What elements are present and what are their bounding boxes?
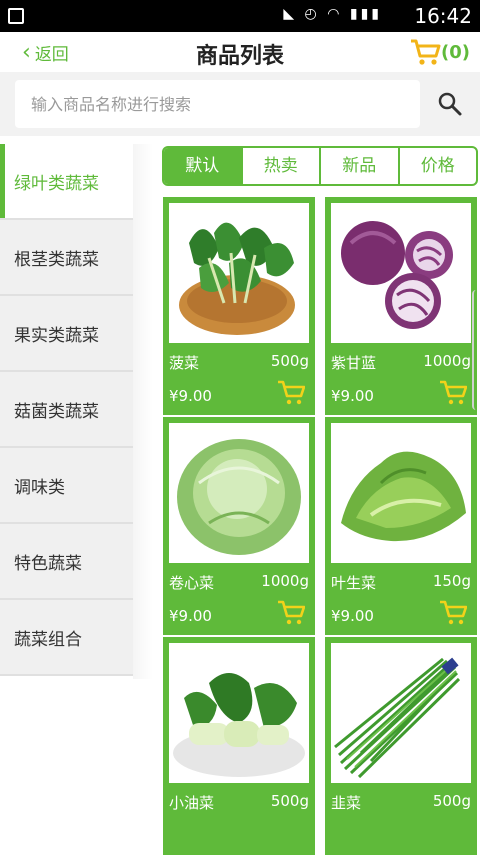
add-to-cart-icon[interactable] <box>277 380 305 406</box>
sidebar-item-combos[interactable]: 蔬菜组合 <box>0 600 133 676</box>
clock: 16:42 <box>414 4 472 28</box>
product-name: 卷心菜 <box>169 574 215 592</box>
product-card[interactable]: 菠菜 500g ¥9.00 <box>163 197 315 415</box>
sidebar-item-label: 根茎类蔬菜 <box>14 249 99 270</box>
search-icon[interactable] <box>436 90 464 118</box>
product-weight: 150g <box>432 572 471 590</box>
tab-hot[interactable]: 热卖 <box>240 148 320 184</box>
product-weight: 500g <box>432 792 471 810</box>
sidebar-item-specialty[interactable]: 特色蔬菜 <box>0 524 133 600</box>
sidebar-item-fruit-vegetables[interactable]: 果实类蔬菜 <box>0 296 133 372</box>
product-price: ¥9.00 <box>331 607 374 625</box>
tab-default[interactable]: 默认 <box>164 148 241 184</box>
search-input[interactable] <box>15 80 420 128</box>
sidebar-item-label: 果实类蔬菜 <box>14 325 99 346</box>
sidebar-item-label: 调味类 <box>14 477 65 498</box>
sidebar-item-mushrooms[interactable]: 菇菌类蔬菜 <box>0 372 133 448</box>
sidebar-item-label: 菇菌类蔬菜 <box>14 401 99 422</box>
product-weight: 1000g <box>261 572 309 590</box>
sidebar-item-root-vegetables[interactable]: 根茎类蔬菜 <box>0 220 133 296</box>
shopping-cart-icon <box>411 39 441 65</box>
search-box <box>15 80 420 128</box>
category-sidebar: 绿叶类蔬菜 根茎类蔬菜 果实类蔬菜 菇菌类蔬菜 调味类 特色蔬菜 蔬菜组合 <box>0 144 133 676</box>
product-card[interactable]: 叶生菜 150g ¥9.00 <box>325 417 477 635</box>
product-weight: 500g <box>270 792 309 810</box>
sidebar-item-label: 蔬菜组合 <box>14 629 82 650</box>
bok-choy-image <box>169 643 309 783</box>
product-price: ¥9.00 <box>169 607 212 625</box>
status-bar: ◣ ◴ ◠ ▮▮▮ 16:42 <box>0 0 480 32</box>
sidebar-item-leafy-vegetables[interactable]: 绿叶类蔬菜 <box>0 144 133 220</box>
product-weight: 500g <box>270 352 309 370</box>
product-price: ¥9.00 <box>169 387 212 405</box>
product-name: 菠菜 <box>169 354 200 372</box>
sidebar-shadow <box>133 144 153 679</box>
sidebar-item-label: 特色蔬菜 <box>14 553 82 574</box>
sidebar-item-label: 绿叶类蔬菜 <box>14 173 99 194</box>
notification-icon <box>8 8 24 24</box>
product-price: ¥9.00 <box>331 387 374 405</box>
add-to-cart-icon[interactable] <box>439 380 467 406</box>
search-bar <box>0 72 480 136</box>
lettuce-image <box>331 423 471 563</box>
product-card[interactable]: 紫甘蓝 1000g ¥9.00 <box>325 197 477 415</box>
spinach-image <box>169 203 309 343</box>
product-name: 韭菜 <box>331 794 362 812</box>
sort-tabs: 默认 热卖 新品 价格 <box>162 146 478 186</box>
scroll-indicator <box>472 290 480 410</box>
page-title: 商品列表 <box>195 44 284 69</box>
add-to-cart-icon[interactable] <box>439 600 467 626</box>
cabbage-image <box>169 423 309 563</box>
product-name: 叶生菜 <box>331 574 377 592</box>
cart-button[interactable]: (0) <box>409 38 470 66</box>
tab-price[interactable]: 价格 <box>397 148 477 184</box>
product-card[interactable]: 韭菜 500g <box>325 637 477 855</box>
sidebar-item-seasonings[interactable]: 调味类 <box>0 448 133 524</box>
product-name: 小油菜 <box>169 794 215 812</box>
red-cabbage-image <box>331 203 471 343</box>
chives-image <box>331 643 471 783</box>
status-icons: ◣ ◴ ◠ ▮▮▮ <box>283 6 382 22</box>
add-to-cart-icon[interactable] <box>277 600 305 626</box>
product-card[interactable]: 小油菜 500g <box>163 637 315 855</box>
product-name: 紫甘蓝 <box>331 354 377 372</box>
cart-count: (0) <box>441 41 470 63</box>
product-card[interactable]: 卷心菜 1000g ¥9.00 <box>163 417 315 635</box>
product-weight: 1000g <box>423 352 471 370</box>
tab-new[interactable]: 新品 <box>319 148 398 184</box>
app-header: ‹ 返回 商品列表 (0) <box>0 32 480 72</box>
